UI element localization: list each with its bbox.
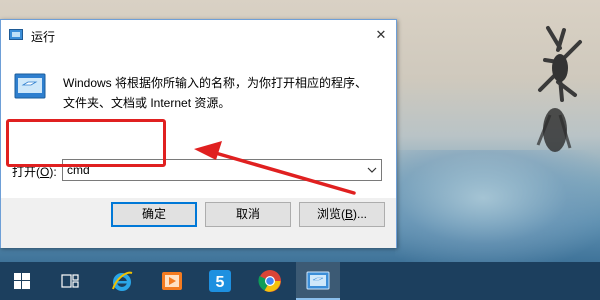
windows-logo-icon — [14, 273, 30, 289]
annotation-arrow — [194, 141, 356, 195]
media-player-button[interactable] — [150, 262, 194, 300]
ie-icon — [112, 271, 133, 291]
task-view-button[interactable] — [48, 262, 92, 300]
svg-text:5: 5 — [216, 274, 225, 291]
internet-explorer-button[interactable] — [100, 262, 144, 300]
media-player-icon — [162, 272, 182, 290]
start-button[interactable] — [0, 262, 44, 300]
app-s-button[interactable]: 5 — [198, 262, 242, 300]
chrome-button[interactable] — [248, 262, 292, 300]
task-view-icon — [61, 274, 79, 288]
run-app-button[interactable] — [296, 262, 340, 300]
s-app-icon: 5 — [209, 270, 231, 292]
taskbar: 5 — [0, 262, 600, 300]
run-icon — [306, 271, 330, 290]
chrome-icon — [258, 270, 281, 292]
